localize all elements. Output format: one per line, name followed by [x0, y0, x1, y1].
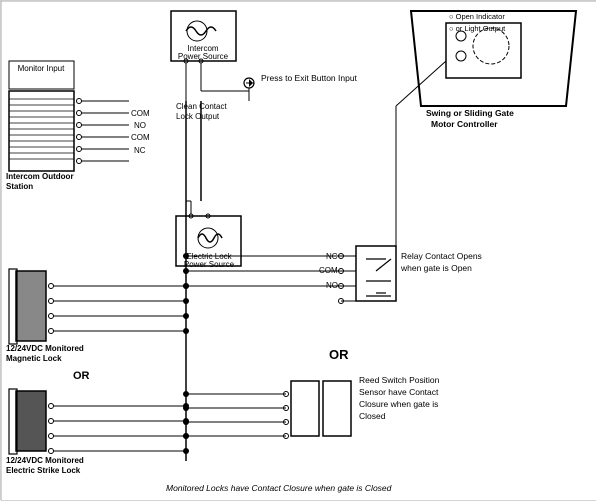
- svg-text:Station: Station: [6, 182, 33, 191]
- svg-text:Power Source: Power Source: [184, 260, 235, 269]
- svg-text:NO: NO: [134, 121, 146, 130]
- svg-text:COM: COM: [131, 133, 150, 142]
- svg-text:Monitored Locks have Contact C: Monitored Locks have Contact Closure whe…: [166, 483, 392, 493]
- svg-text:Motor Controller: Motor Controller: [431, 119, 498, 129]
- svg-text:Intercom Outdoor: Intercom Outdoor: [6, 172, 74, 181]
- svg-text:○ Open Indicator: ○ Open Indicator: [449, 12, 505, 21]
- svg-text:Press to Exit Button Input: Press to Exit Button Input: [261, 73, 358, 83]
- svg-text:OR: OR: [329, 347, 349, 362]
- svg-text:Closed: Closed: [359, 411, 386, 421]
- svg-text:COM: COM: [131, 109, 150, 118]
- svg-text:12/24VDC Monitored: 12/24VDC Monitored: [6, 456, 84, 465]
- svg-text:OR: OR: [73, 370, 90, 382]
- svg-text:Sensor have Contact: Sensor have Contact: [359, 387, 439, 397]
- svg-text:Swing or Sliding Gate: Swing or Sliding Gate: [426, 108, 514, 118]
- svg-text:Electric Strike Lock: Electric Strike Lock: [6, 466, 81, 475]
- svg-text:Lock Output: Lock Output: [176, 112, 220, 121]
- svg-text:Clean Contact: Clean Contact: [176, 102, 227, 111]
- svg-text:Relay Contact Opens: Relay Contact Opens: [401, 251, 482, 261]
- svg-text:NC: NC: [134, 146, 146, 155]
- wiring-diagram: Monitor Input COM NO COM NC Intercom Out…: [0, 0, 596, 500]
- svg-text:Reed Switch Position: Reed Switch Position: [359, 375, 440, 385]
- svg-text:Monitor Input: Monitor Input: [18, 64, 65, 73]
- svg-text:Magnetic Lock: Magnetic Lock: [6, 354, 62, 363]
- svg-text:Power Source: Power Source: [178, 52, 229, 61]
- svg-text:Closure when gate is: Closure when gate is: [359, 399, 438, 409]
- svg-text:12/24VDC Monitored: 12/24VDC Monitored: [6, 344, 84, 353]
- svg-text:when gate is Open: when gate is Open: [400, 263, 472, 273]
- svg-text:○ or Light Output: ○ or Light Output: [449, 24, 506, 33]
